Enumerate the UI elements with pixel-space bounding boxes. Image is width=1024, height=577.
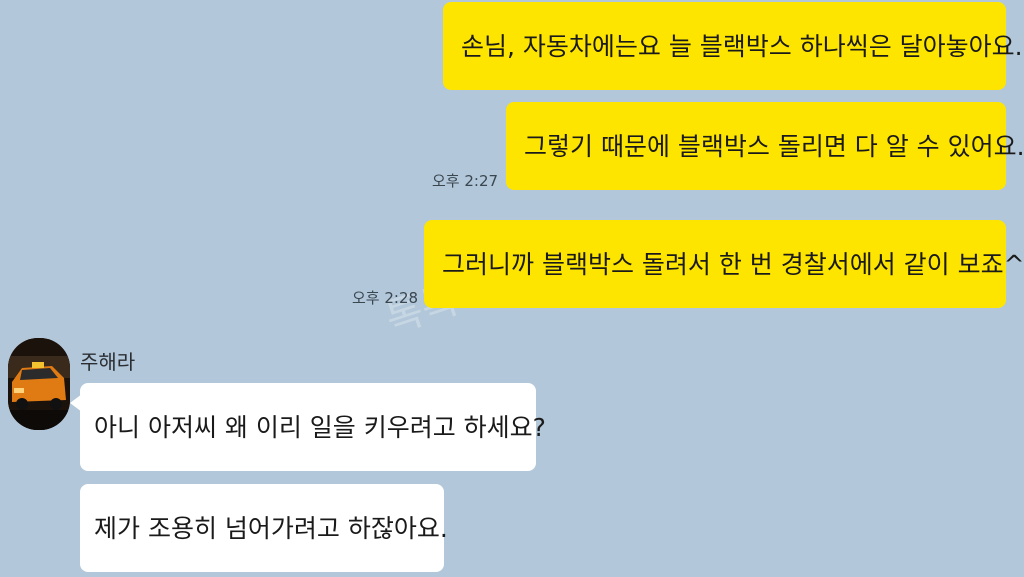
message-text: 제가 조용히 넘어가려고 하잖아요.	[94, 513, 448, 543]
other-message-bubble[interactable]: 아니 아저씨 왜 이리 일을 키우려고 하세요?	[80, 383, 546, 471]
profile-avatar[interactable]	[8, 338, 70, 430]
sender-name: 주해라	[80, 350, 136, 374]
my-message-bubble[interactable]: 그렇기 때문에 블랙박스 돌리면 다 알 수 있어요.	[506, 102, 1024, 190]
message-text: 그러니까 블랙박스 돌려서 한 번 경찰서에서 같이 보죠^^	[442, 249, 1024, 279]
message-time: 오후 2:27	[432, 172, 499, 190]
my-message-bubble[interactable]: 그러니까 블랙박스 돌려서 한 번 경찰서에서 같이 보죠^^	[424, 220, 1024, 308]
taxi-photo-icon	[8, 338, 70, 430]
message-text: 그렇기 때문에 블랙박스 돌리면 다 알 수 있어요.	[524, 131, 1024, 161]
message-text: 아니 아저씨 왜 이리 일을 키우려고 하세요?	[94, 412, 546, 442]
my-message-bubble[interactable]: 손님, 자동차에는요 늘 블랙박스 하나씩은 달아놓아요.	[443, 2, 1023, 90]
message-time: 오후 2:28	[352, 289, 419, 307]
message-text: 손님, 자동차에는요 늘 블랙박스 하나씩은 달아놓아요.	[461, 31, 1023, 61]
other-message-bubble[interactable]: 제가 조용히 넘어가려고 하잖아요.	[80, 484, 448, 572]
